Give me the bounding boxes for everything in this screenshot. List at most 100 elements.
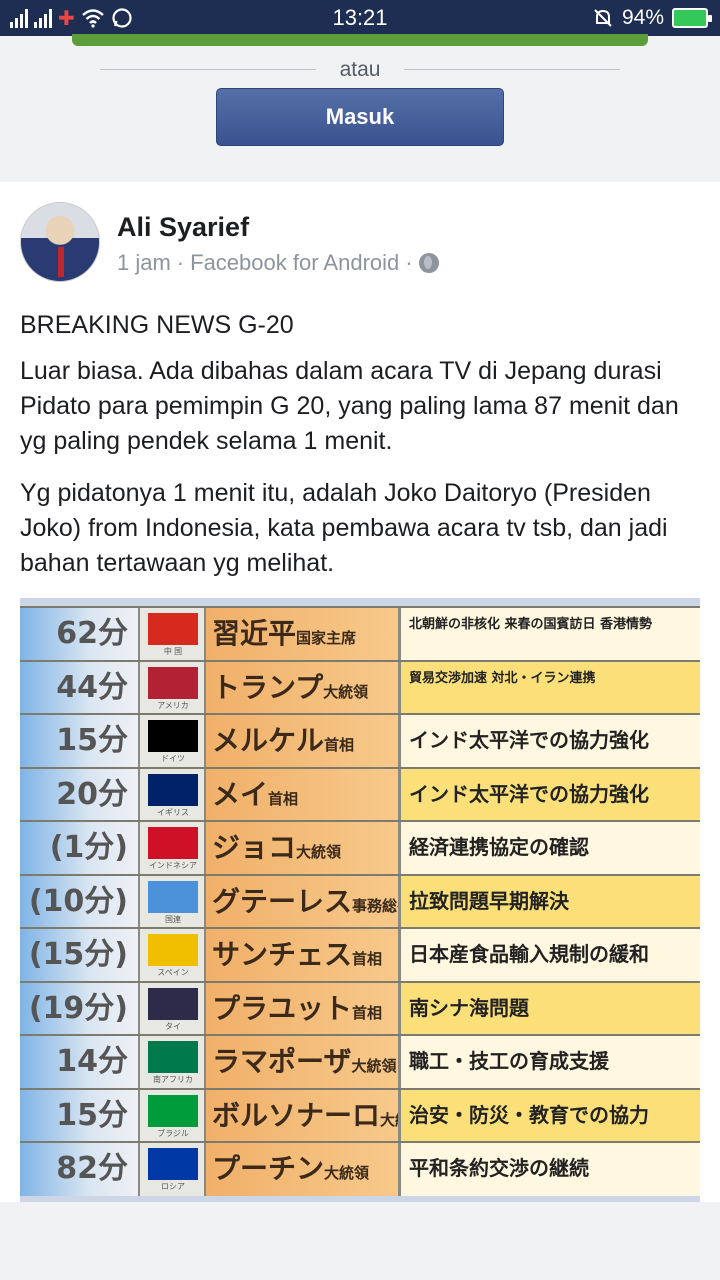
flag-label: 国連	[165, 914, 181, 924]
speech-minutes: 15分	[20, 1089, 138, 1143]
divider-line	[404, 69, 620, 70]
leader-title: 国家主席	[296, 629, 357, 647]
country-flag: 中 国	[138, 608, 204, 661]
leader-title: 首相	[352, 1003, 383, 1022]
leader-title: 大統領	[380, 1110, 398, 1129]
leader-name-text: サンチェス	[212, 938, 353, 971]
flag-label: ドイツ	[161, 754, 185, 763]
speech-minutes: 62分	[20, 608, 138, 661]
leader-name: メイ首相	[204, 768, 398, 822]
leader-title: 事務総長	[352, 896, 398, 915]
meeting-topic: 平和条約交渉の継続	[398, 1143, 700, 1196]
leader-title: 首相	[268, 789, 299, 808]
leader-name-text: ボルソナーロ	[212, 1098, 381, 1132]
leader-name: 習近平国家主席	[204, 608, 398, 661]
flag-icon	[148, 720, 198, 752]
author-name[interactable]: Ali Syarief	[117, 212, 249, 243]
screen: ✚ 13:21 94% atau Masuk Ali Syarief 1 jam…	[0, 0, 720, 1280]
leader-name-text: メイ	[212, 777, 269, 811]
flag-label: イギリス	[157, 807, 189, 817]
divider-text: atau	[339, 58, 381, 81]
leader-title: 大統領	[323, 682, 369, 701]
post-image[interactable]: 62分中 国習近平国家主席 北朝鮮の非核化 来春の国賓訪日 香港情勢 44分 アメリカ…	[20, 598, 700, 1202]
meeting-topic: 日本産食品輸入規制の緩和	[398, 929, 700, 982]
country-flag: タイ	[138, 982, 204, 1036]
speech-minutes: (19分)	[20, 982, 138, 1036]
meeting-topic: インド太平洋での協力強化	[398, 715, 700, 768]
status-bar: ✚ 13:21 94%	[0, 0, 720, 36]
post-meta: 1 jam · Facebook for Android ·	[117, 250, 439, 276]
flag-label: ロシア	[161, 1182, 185, 1191]
flag-label: スペイン	[157, 968, 189, 977]
table-row: (1分) インドネシア ジョコ大統領 経済連携協定の確認	[20, 820, 700, 875]
country-flag: ブラジル	[138, 1089, 204, 1143]
primary-button-edge[interactable]	[72, 34, 648, 46]
post-paragraph: Yg pidatonya 1 menit itu, adalah Joko Da…	[20, 479, 668, 577]
leader-title: 首相	[352, 950, 383, 968]
meta-separator: ·	[405, 250, 413, 275]
battery-charging-icon	[672, 8, 712, 28]
speech-minutes: 15分	[20, 715, 138, 768]
speech-minutes: 20分	[20, 768, 138, 822]
country-flag: イギリス	[138, 768, 204, 822]
flag-icon	[148, 666, 198, 699]
leader-name: ボルソナーロ大統領	[204, 1089, 398, 1143]
meeting-topic: インド太平洋での協力強化	[398, 768, 700, 822]
flag-label: タイ	[165, 1021, 181, 1031]
flag-icon	[148, 1094, 198, 1127]
country-flag: アメリカ	[138, 661, 204, 715]
leader-name: メルケル首相	[204, 715, 398, 768]
country-flag: 国連	[138, 875, 204, 929]
avatar-tie	[58, 247, 64, 277]
flag-label: 南アフリカ	[153, 1075, 193, 1084]
speech-minutes: (1分)	[20, 822, 138, 875]
meta-separator: ·	[176, 250, 185, 275]
table-row: 20分 イギリス メイ首相 インド太平洋での協力強化	[20, 766, 700, 822]
flag-icon	[148, 934, 198, 966]
login-section: atau Masuk	[0, 34, 720, 181]
flag-icon	[148, 827, 198, 859]
meeting-topic: 北朝鮮の非核化 来春の国賓訪日 香港情勢	[398, 608, 700, 661]
flag-icon	[148, 613, 198, 645]
flag-icon	[148, 1041, 198, 1073]
page-bottom	[0, 1202, 720, 1280]
flag-label: ブラジル	[157, 1128, 189, 1138]
meeting-topic: 治安・防災・教育での協力	[398, 1089, 700, 1143]
flag-icon	[148, 987, 198, 1020]
speech-minutes: (10分)	[20, 875, 138, 929]
battery-percent: 94%	[621, 6, 664, 29]
post-paragraph: Luar biasa. Ada dibahas dalam acara TV d…	[20, 357, 679, 455]
bell-off-icon	[594, 9, 612, 27]
leader-name-text: トランプ	[212, 670, 324, 704]
leader-title: 首相	[324, 736, 355, 754]
meeting-topic: 経済連携協定の確認	[398, 822, 700, 875]
table-row: 15分ブラジル ボルソナーロ大統領治安・防災・教育での協力	[20, 1087, 700, 1143]
table-row: 62分中 国 習近平国家主席 北朝鮮の非核化 来春の国賓訪日 香港情勢	[20, 606, 700, 661]
country-flag: ロシア	[138, 1143, 204, 1196]
table-row: 82分 ロシア プーチン大統領 平和条約交渉の継続	[20, 1141, 700, 1196]
leader-name-text: プラユット	[212, 991, 353, 1025]
meeting-topic: 貿易交渉加速 対北・イラン連携	[398, 661, 700, 715]
leader-name: プーチン大統領	[204, 1143, 398, 1196]
country-flag: ドイツ	[138, 715, 204, 768]
flag-icon	[148, 880, 198, 913]
leader-name-text: ジョコ	[212, 831, 297, 864]
table-row: (15分) スペイン サンチェス首相 日本産食品輸入規制の緩和	[20, 927, 700, 982]
leader-name-text: ラマポーザ	[212, 1045, 352, 1078]
speech-minutes: (15分)	[20, 929, 138, 982]
table-row: 15分 ドイツ メルケル首相 インド太平洋での協力強化	[20, 713, 700, 768]
flag-label: 中 国	[163, 647, 183, 656]
table-row: 14分 南アフリカ ラマポーザ大統領 職工・技工の育成支援	[20, 1034, 700, 1089]
meeting-topic: 職工・技工の育成支援	[398, 1036, 700, 1089]
avatar[interactable]	[20, 202, 100, 282]
leader-name-text: メルケル	[212, 724, 325, 757]
leader-name-text: グテーレス	[212, 884, 353, 918]
flag-label: インドネシア	[149, 861, 197, 870]
leader-name-text: プーチン	[212, 1152, 325, 1185]
login-button[interactable]: Masuk	[216, 88, 504, 146]
post-time[interactable]: 1 jam	[117, 250, 171, 276]
flag-icon	[148, 773, 198, 806]
country-flag: インドネシア	[138, 822, 204, 875]
leader-name: トランプ大統領	[204, 661, 398, 715]
leader-name: グテーレス事務総長	[204, 875, 398, 929]
